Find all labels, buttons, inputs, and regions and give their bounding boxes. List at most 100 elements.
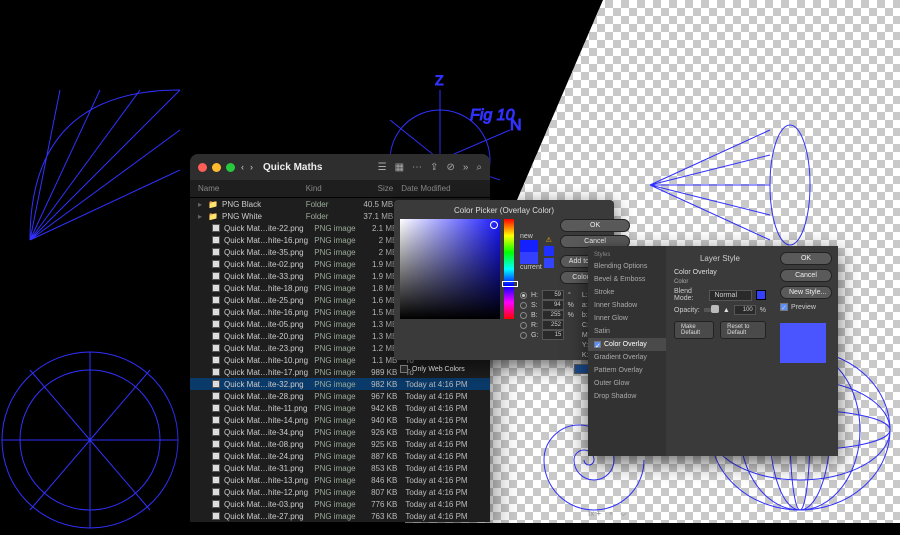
effect-item[interactable]: Pattern Overlay [588,364,666,377]
effects-header: Styles [588,250,666,260]
opacity-slider[interactable] [704,308,719,312]
alt-swatch[interactable] [544,258,554,268]
png-icon [212,356,220,364]
field-b[interactable]: 255 [542,310,564,320]
field-r[interactable]: 252 [542,320,564,330]
saturation-field[interactable] [400,219,500,319]
file-row[interactable]: Quick Mat…ite-03.pngPNG image776 KBToday… [190,498,490,510]
view-list-icon[interactable]: ☰ [378,162,387,173]
share-icon[interactable]: ⇪ [430,162,438,173]
layer-style-dialog: Styles Blending OptionsBevel & EmbossStr… [588,246,838,456]
ls-new-style-button[interactable]: New Style... [780,286,832,299]
field-s[interactable]: 94 [542,300,564,310]
file-row[interactable]: Quick Mat…ite-28.pngPNG image967 KBToday… [190,390,490,402]
effect-item[interactable]: Blending Options [588,260,666,273]
file-row[interactable]: Quick Mat…hite-13.pngPNG image846 KBToda… [190,474,490,486]
warning-icon[interactable]: ⚠ [546,236,552,244]
effect-item[interactable]: Inner Shadow [588,299,666,312]
blend-mode-select[interactable]: Normal [709,290,752,301]
radio-h[interactable] [520,292,527,299]
png-icon [212,488,220,496]
finder-titlebar[interactable]: ‹ › Quick Maths ☰ ▦ ⋯ ⇪ ⊘ » ⌕ [190,154,490,180]
effect-item[interactable]: Gradient Overlay [588,351,666,364]
png-icon [212,224,220,232]
reset-default-button[interactable]: Reset to Default [720,321,766,339]
png-icon [212,320,220,328]
png-icon [212,296,220,304]
column-headers[interactable]: Name Kind Size Date Modified [190,180,490,198]
preview-swatch [780,323,826,363]
background-diagram-fan [630,110,830,265]
effect-item[interactable]: Stroke [588,286,666,299]
layer-style-title: Layer Style [674,252,766,269]
window-controls[interactable] [198,163,235,172]
only-web-colors-label: Only Web Colors [412,366,465,373]
blend-mode-label: Blend Mode: [674,288,705,302]
file-row[interactable]: Quick Mat…ite-31.pngPNG image853 KBToday… [190,462,490,474]
png-icon [212,380,220,388]
effect-item[interactable]: Bevel & Emboss [588,273,666,286]
effect-item[interactable]: ✓ Color Overlay [588,338,666,351]
fx-icons[interactable]: + ▫ ⌵ [596,509,629,518]
png-icon [212,416,220,424]
more-icon[interactable]: » [463,162,469,173]
radio-g[interactable] [520,332,527,339]
file-row[interactable]: Quick Mat…ite-27.pngPNG image763 KBToday… [190,510,490,522]
search-icon[interactable]: ⌕ [476,162,482,173]
ok-button[interactable]: OK [560,219,631,232]
background-diagram-lines [20,70,200,255]
file-row[interactable]: Quick Mat…hite-12.pngPNG image807 KBToda… [190,486,490,498]
close-icon[interactable] [198,163,207,172]
png-icon [212,284,220,292]
png-icon [212,236,220,244]
overlay-color-swatch[interactable] [756,290,766,300]
opacity-label: Opacity: [674,307,700,314]
preview-checkbox[interactable]: ✓ [780,303,788,311]
png-icon [212,440,220,448]
file-row[interactable]: Quick Mat…hite-11.pngPNG image942 KBToda… [190,402,490,414]
websafe-swatch[interactable] [544,246,554,256]
window-title: Quick Maths [263,162,322,173]
png-icon [212,368,220,376]
color-picker-dialog: Color Picker (Overlay Color) new current… [394,200,614,360]
png-icon [212,500,220,508]
file-row[interactable]: Quick Mat…hite-14.pngPNG image940 KBToda… [190,414,490,426]
field-g[interactable]: 15 [542,330,564,340]
ls-cancel-button[interactable]: Cancel [780,269,832,282]
png-icon [212,404,220,412]
radio-s[interactable] [520,302,527,309]
png-icon [212,332,220,340]
field-h[interactable]: 59 [542,290,564,300]
effect-item[interactable]: Satin [588,325,666,338]
current-color-swatch [520,252,538,264]
effect-item[interactable]: Inner Glow [588,312,666,325]
tag-icon[interactable]: ⊘ [446,162,454,173]
svg-text:Z: Z [435,72,444,88]
file-row[interactable]: Quick Mat…ite-34.pngPNG image926 KBToday… [190,426,490,438]
file-row[interactable]: Quick Mat…ite-08.pngPNG image925 KBToday… [190,438,490,450]
file-row[interactable]: Quick Mat…ite-32.pngPNG image982 KBToday… [190,378,490,390]
back-icon[interactable]: ‹ [241,162,244,172]
view-grid-icon[interactable]: ▦ [395,162,404,173]
png-icon [212,272,220,280]
group-icon[interactable]: ⋯ [412,162,422,173]
png-icon [212,452,220,460]
png-icon [212,260,220,268]
radio-r[interactable] [520,322,527,329]
file-row[interactable]: Quick Mat…ite-24.pngPNG image887 KBToday… [190,450,490,462]
color-sublabel: Color [674,279,766,285]
zoom-icon[interactable] [226,163,235,172]
new-color-label: new [520,233,542,240]
opacity-field[interactable]: 100 [734,305,756,315]
png-icon [212,428,220,436]
effect-item[interactable]: Drop Shadow [588,390,666,403]
effects-list[interactable]: Styles Blending OptionsBevel & EmbossStr… [588,246,666,456]
minimize-icon[interactable] [212,163,221,172]
ls-ok-button[interactable]: OK [780,252,832,265]
radio-b[interactable] [520,312,527,319]
hue-slider[interactable] [504,219,514,319]
effect-item[interactable]: Outer Glow [588,377,666,390]
forward-icon[interactable]: › [250,162,253,172]
make-default-button[interactable]: Make Default [674,321,714,339]
only-web-colors-checkbox[interactable] [400,365,408,373]
